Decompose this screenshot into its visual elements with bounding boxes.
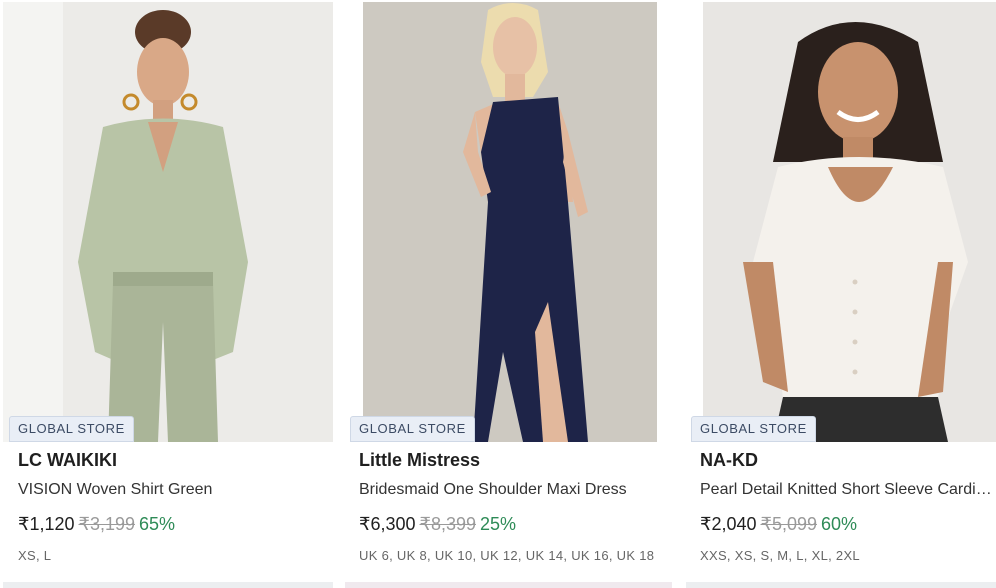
price-row: ₹2,040 ₹5,099 60%: [700, 514, 857, 535]
available-sizes: UK 6, UK 8, UK 10, UK 12, UK 14, UK 16, …: [359, 548, 655, 563]
product-card[interactable]: GLOBAL STORE NA-KD Pearl Detail Knitted …: [685, 0, 996, 588]
original-price: ₹3,199: [78, 514, 136, 534]
available-sizes: XXS, XS, S, M, L, XL, 2XL: [700, 548, 860, 563]
product-title[interactable]: VISION Woven Shirt Green: [18, 481, 318, 499]
discount-percent: 25%: [480, 514, 517, 534]
brand-name[interactable]: LC WAIKIKI: [18, 450, 117, 471]
product-title[interactable]: Bridesmaid One Shoulder Maxi Dress: [359, 481, 659, 499]
price-row: ₹1,120 ₹3,199 65%: [18, 514, 175, 535]
selling-price: ₹2,040: [700, 514, 757, 534]
next-row-card-edge: [345, 582, 672, 588]
brand-name[interactable]: NA-KD: [700, 450, 758, 471]
brand-name[interactable]: Little Mistress: [359, 450, 480, 471]
price-row: ₹6,300 ₹8,399 25%: [359, 514, 516, 535]
discount-percent: 65%: [139, 514, 176, 534]
product-image[interactable]: [363, 2, 657, 442]
next-row-card-edge: [3, 582, 333, 588]
original-price: ₹8,399: [419, 514, 477, 534]
global-store-badge: GLOBAL STORE: [691, 416, 816, 442]
selling-price: ₹1,120: [18, 514, 75, 534]
available-sizes: XS, L: [18, 548, 52, 563]
product-image[interactable]: [703, 2, 996, 442]
selling-price: ₹6,300: [359, 514, 416, 534]
product-image[interactable]: [3, 2, 333, 442]
next-row-card-edge: [686, 582, 996, 588]
product-title[interactable]: Pearl Detail Knitted Short Sleeve Cardig…: [700, 481, 996, 499]
original-price: ₹5,099: [760, 514, 818, 534]
discount-percent: 60%: [821, 514, 858, 534]
product-card[interactable]: GLOBAL STORE LC WAIKIKI VISION Woven Shi…: [3, 0, 333, 588]
global-store-badge: GLOBAL STORE: [350, 416, 475, 442]
product-card[interactable]: GLOBAL STORE Little Mistress Bridesmaid …: [344, 0, 674, 588]
global-store-badge: GLOBAL STORE: [9, 416, 134, 442]
